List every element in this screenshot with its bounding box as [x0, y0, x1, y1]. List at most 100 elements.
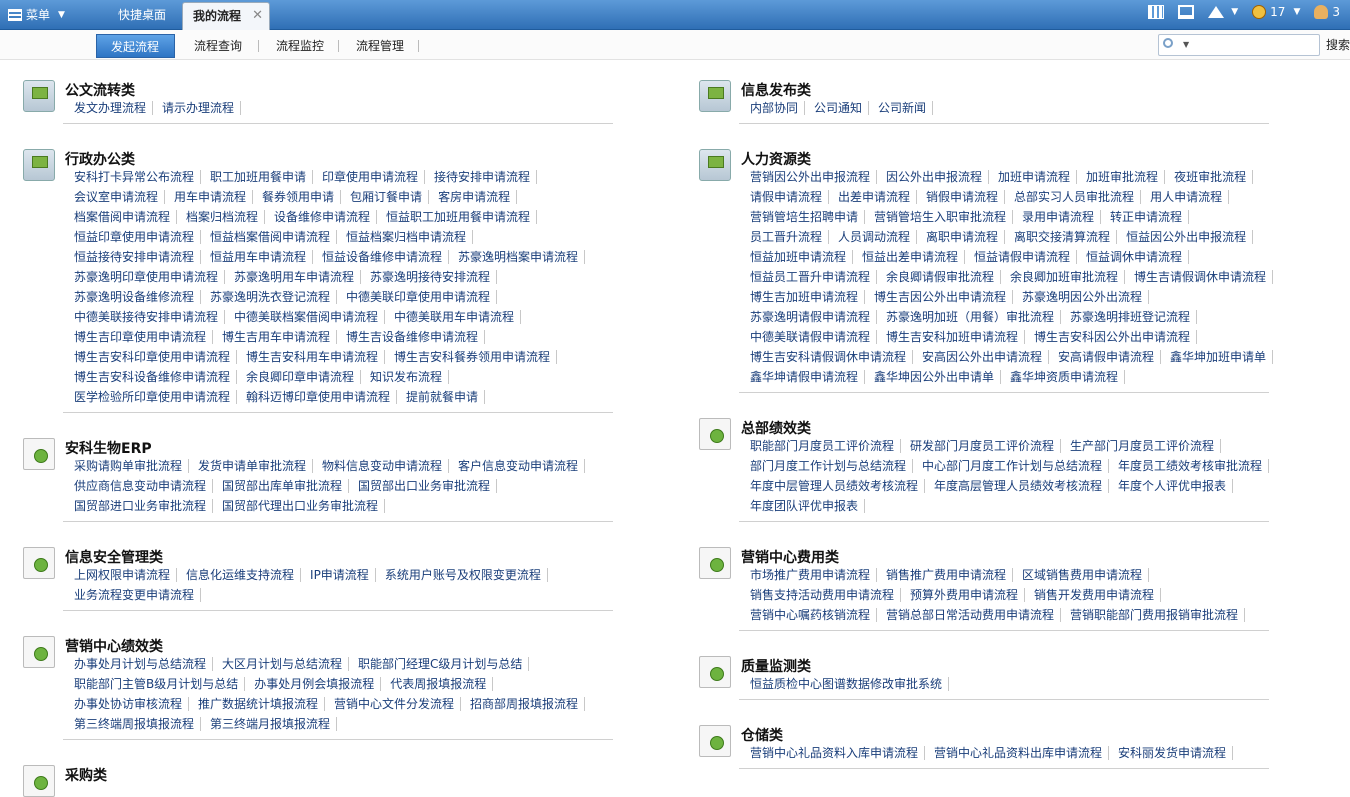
monitor-icon[interactable] — [1178, 5, 1195, 19]
workflow-link[interactable]: 安高请假申请流程 — [1049, 350, 1162, 364]
workflow-link[interactable]: 第三终端月报填报流程 — [201, 717, 338, 731]
workflow-link[interactable]: 恒益用车申请流程 — [201, 250, 314, 264]
workflow-link[interactable]: 鑫华坤资质申请流程 — [1001, 370, 1126, 384]
workflow-link[interactable]: 包厢订餐申请 — [341, 190, 430, 204]
workflow-link[interactable]: 办事处月例会填报流程 — [245, 677, 382, 691]
workflow-link[interactable]: 客房申请流程 — [429, 190, 518, 204]
workflow-link[interactable]: 请假申请流程 — [741, 190, 830, 204]
workflow-link[interactable]: 生产部门月度员工评价流程 — [1061, 439, 1222, 453]
workflow-link[interactable]: 餐券领用申请 — [253, 190, 342, 204]
workflow-link[interactable]: 销售推广费用申请流程 — [877, 568, 1014, 582]
workflow-link[interactable]: 供应商信息变动申请流程 — [65, 479, 214, 493]
tab-my-workflow[interactable]: 我的流程 ✕ — [182, 2, 270, 30]
workflow-link[interactable]: 苏豪逸明档案申请流程 — [449, 250, 586, 264]
workflow-link[interactable]: 中心部门月度工作计划与总结流程 — [913, 459, 1110, 473]
workflow-link[interactable]: 中德美联档案借阅申请流程 — [225, 310, 386, 324]
subtab-workflow-manage[interactable]: 流程管理 — [342, 34, 418, 58]
workflow-link[interactable]: 预算外费用申请流程 — [901, 588, 1026, 602]
subtab-start-workflow[interactable]: 发起流程 — [96, 34, 175, 58]
workflow-link[interactable]: 安科丽发货申请流程 — [1109, 746, 1234, 760]
workflow-link[interactable]: 上网权限申请流程 — [65, 568, 178, 582]
workflow-link[interactable]: 恒益质检中心图谱数据修改审批系统 — [741, 677, 950, 691]
workflow-link[interactable]: 职能部门月度员工评价流程 — [741, 439, 902, 453]
workflow-link[interactable]: 苏豪逸明因公外出流程 — [1013, 290, 1150, 304]
workflow-link[interactable]: 加班审批流程 — [1077, 170, 1166, 184]
workflow-link[interactable]: 博生吉安科请假调休申请流程 — [741, 350, 914, 364]
workflow-link[interactable]: 营销职能部门费用报销审批流程 — [1061, 608, 1246, 622]
workflow-link[interactable]: 档案归档流程 — [177, 210, 266, 224]
workflow-link[interactable]: 发货申请单审批流程 — [189, 459, 314, 473]
workflow-link[interactable]: 中德美联印章使用申请流程 — [337, 290, 498, 304]
workflow-link[interactable]: 恒益印章使用申请流程 — [65, 230, 202, 244]
workflow-link[interactable]: 接待安排申请流程 — [425, 170, 538, 184]
workflow-link[interactable]: 恒益档案归档申请流程 — [337, 230, 474, 244]
workflow-link[interactable]: 营销中心礼品资料出库申请流程 — [925, 746, 1110, 760]
workflow-link[interactable]: 营销中心文件分发流程 — [325, 697, 462, 711]
workflow-link[interactable]: 员工晋升流程 — [741, 230, 830, 244]
workflow-link[interactable]: 部门月度工作计划与总结流程 — [741, 459, 914, 473]
workflow-link[interactable]: 博生吉加班申请流程 — [741, 290, 866, 304]
close-icon[interactable]: ✕ — [252, 3, 263, 29]
workflow-link[interactable]: 物料信息变动申请流程 — [313, 459, 450, 473]
workflow-link[interactable]: 大区月计划与总结流程 — [213, 657, 350, 671]
workflow-link[interactable]: 系统用户账号及权限变更流程 — [375, 568, 548, 582]
workflow-link[interactable]: 博生吉安科因公外出申请流程 — [1025, 330, 1198, 344]
workflow-link[interactable]: 营销总部日常活动费用申请流程 — [877, 608, 1062, 622]
workflow-link[interactable]: 苏豪逸明请假申请流程 — [741, 310, 878, 324]
workflow-link[interactable]: 离职交接清算流程 — [1005, 230, 1118, 244]
workflow-link[interactable]: 档案借阅申请流程 — [65, 210, 178, 224]
workflow-link[interactable]: 恒益设备维修申请流程 — [313, 250, 450, 264]
workflow-link[interactable]: 博生吉用车申请流程 — [213, 330, 338, 344]
workflow-link[interactable]: 年度员工绩效考核审批流程 — [1109, 459, 1270, 473]
workflow-link[interactable]: 余良卿印章申请流程 — [237, 370, 362, 384]
workflow-link[interactable]: 恒益出差申请流程 — [853, 250, 966, 264]
workflow-link[interactable]: 人员调动流程 — [829, 230, 918, 244]
workflow-link[interactable]: 用人申请流程 — [1141, 190, 1230, 204]
workflow-link[interactable]: 营销因公外出申报流程 — [741, 170, 878, 184]
workflow-link[interactable]: 博生吉设备维修申请流程 — [337, 330, 486, 344]
subtab-workflow-monitor[interactable]: 流程监控 — [262, 34, 338, 58]
subtab-workflow-query[interactable]: 流程查询 — [180, 34, 256, 58]
workflow-link[interactable]: 苏豪逸明洗衣登记流程 — [201, 290, 338, 304]
workflow-link[interactable]: 恒益请假申请流程 — [965, 250, 1078, 264]
workflow-link[interactable]: 安科打卡异常公布流程 — [65, 170, 202, 184]
workflow-link[interactable]: 恒益职工加班用餐申请流程 — [377, 210, 538, 224]
workflow-link[interactable]: 出差申请流程 — [829, 190, 918, 204]
workflow-link[interactable]: 销假申请流程 — [917, 190, 1006, 204]
workflow-link[interactable]: 知识发布流程 — [361, 370, 450, 384]
workflow-link[interactable]: 营销管培生招聘申请 — [741, 210, 866, 224]
workflow-link[interactable]: 内部协同 — [741, 101, 806, 115]
main-menu-button[interactable]: 菜单 ▼ — [8, 6, 65, 23]
workflow-link[interactable]: 职工加班用餐申请 — [201, 170, 314, 184]
user-button[interactable]: 3 — [1314, 5, 1340, 19]
workflow-link[interactable]: 年度中层管理人员绩效考核流程 — [741, 479, 926, 493]
workflow-link[interactable]: 年度团队评优申报表 — [741, 499, 866, 513]
workflow-link[interactable]: 翰科迈博印章使用申请流程 — [237, 390, 398, 404]
workflow-link[interactable]: 销售支持活动费用申请流程 — [741, 588, 902, 602]
notification-button[interactable]: 17 ▼ — [1252, 5, 1300, 19]
workflow-link[interactable]: 代表周报填报流程 — [381, 677, 494, 691]
workflow-link[interactable]: 国贸部进口业务审批流程 — [65, 499, 214, 513]
workflow-link[interactable]: 苏豪逸明用车申请流程 — [225, 270, 362, 284]
workflow-link[interactable]: 办事处月计划与总结流程 — [65, 657, 214, 671]
workflow-link[interactable]: 营销中心嘱药核销流程 — [741, 608, 878, 622]
workflow-link[interactable]: 恒益加班申请流程 — [741, 250, 854, 264]
workflow-link[interactable]: 推广数据统计填报流程 — [189, 697, 326, 711]
workflow-link[interactable]: 中德美联接待安排申请流程 — [65, 310, 226, 324]
workflow-link[interactable]: 印章使用申请流程 — [313, 170, 426, 184]
workflow-link[interactable]: 市场推广费用申请流程 — [741, 568, 878, 582]
workflow-link[interactable]: 发文办理流程 — [65, 101, 154, 115]
workflow-link[interactable]: 中德美联请假申请流程 — [741, 330, 878, 344]
workflow-link[interactable]: 年度个人评优申报表 — [1109, 479, 1234, 493]
workflow-link[interactable]: 恒益因公外出申报流程 — [1117, 230, 1254, 244]
workflow-link[interactable]: 业务流程变更申请流程 — [65, 588, 202, 602]
workflow-link[interactable]: 鑫华坤因公外出申请单 — [865, 370, 1002, 384]
search-input[interactable]: ▼ — [1158, 34, 1320, 56]
grid-icon[interactable] — [1148, 5, 1165, 19]
workflow-link[interactable]: 苏豪逸明加班（用餐）审批流程 — [877, 310, 1062, 324]
workflow-link[interactable]: 国贸部代理出口业务审批流程 — [213, 499, 386, 513]
workflow-link[interactable]: 苏豪逸明印章使用申请流程 — [65, 270, 226, 284]
workflow-link[interactable]: 博生吉安科印章使用申请流程 — [65, 350, 238, 364]
workflow-link[interactable]: 转正申请流程 — [1101, 210, 1190, 224]
workflow-link[interactable]: 鑫华坤请假申请流程 — [741, 370, 866, 384]
